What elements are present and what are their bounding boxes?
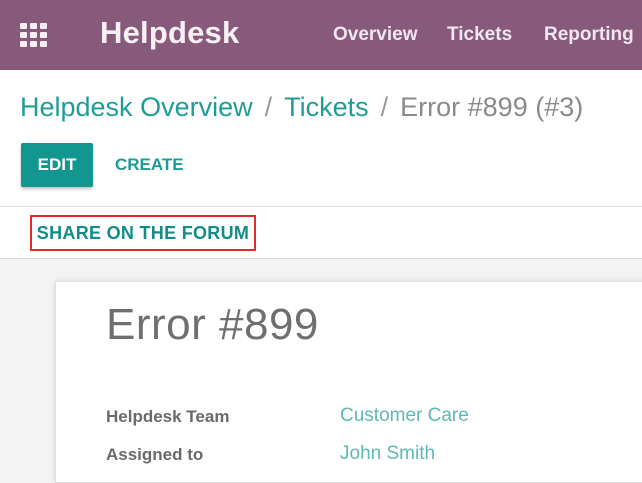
breadcrumb: Helpdesk Overview / Tickets / Error #899 (#3… (20, 92, 583, 123)
breadcrumb-separator: / (264, 92, 273, 122)
share-on-forum-button[interactable]: SHARE ON THE FORUM (30, 215, 256, 251)
form-sheet: Error #899 Helpdesk Team Customer Care A… (55, 281, 642, 483)
breadcrumb-tickets[interactable]: Tickets (284, 92, 369, 122)
app-brand[interactable]: Helpdesk (100, 15, 239, 51)
top-navbar: Helpdesk Overview Tickets Reporting (0, 0, 642, 70)
menu-reporting[interactable]: Reporting (544, 24, 634, 46)
breadcrumb-separator: / (380, 92, 389, 122)
breadcrumb-helpdesk-overview[interactable]: Helpdesk Overview (20, 92, 253, 122)
edit-button[interactable]: EDIT (21, 143, 93, 187)
menu-overview[interactable]: Overview (333, 24, 418, 46)
menu-tickets[interactable]: Tickets (447, 24, 512, 46)
field-value-helpdesk-team[interactable]: Customer Care (340, 405, 469, 427)
form-statusbar: SHARE ON THE FORUM (0, 207, 642, 259)
ticket-title: Error #899 (106, 300, 319, 349)
field-label-assigned-to: Assigned to (106, 445, 204, 464)
field-label-helpdesk-team: Helpdesk Team (106, 407, 230, 426)
breadcrumb-current: Error #899 (#3) (400, 92, 584, 122)
control-panel: Helpdesk Overview / Tickets / Error #899 (#3… (0, 70, 642, 207)
field-value-assigned-to[interactable]: John Smith (340, 443, 435, 465)
apps-grid-icon[interactable] (20, 23, 47, 47)
create-button[interactable]: CREATE (115, 155, 184, 175)
